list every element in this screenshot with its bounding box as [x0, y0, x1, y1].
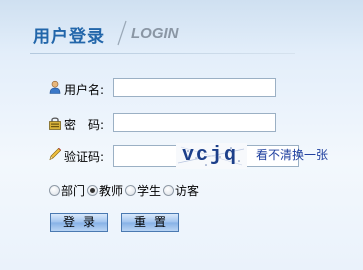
user-icon	[49, 80, 61, 94]
captcha-label: 验证码:	[64, 150, 105, 164]
role-radio-group: 部门 教师 学生 访客	[49, 182, 201, 198]
radio-button-checked[interactable]	[87, 184, 99, 196]
password-input[interactable]	[113, 113, 276, 132]
username-label: 用户名:	[64, 83, 105, 97]
role-option-visitor[interactable]: 访客	[163, 182, 199, 199]
radio-button[interactable]	[125, 184, 137, 196]
role-option-student[interactable]: 学生	[125, 182, 161, 199]
login-panel: 用户登录 LOGIN 用户名: 密 码: 验证码: vcjq 看不清换一张 部门…	[0, 0, 363, 270]
password-label: 密 码:	[64, 118, 105, 132]
role-label: 教师	[99, 183, 124, 198]
login-button[interactable]: 登录	[50, 213, 108, 232]
radio-button[interactable]	[49, 184, 60, 196]
role-label: 部门	[61, 183, 86, 198]
page-subtitle: LOGIN	[131, 25, 179, 42]
refresh-captcha-link[interactable]: 看不清换一张	[256, 146, 328, 163]
role-option-department[interactable]: 部门	[49, 182, 85, 199]
role-option-teacher[interactable]: 教师	[87, 182, 123, 199]
pencil-icon	[49, 147, 62, 161]
page-title: 用户登录	[33, 27, 105, 47]
username-input[interactable]	[113, 78, 276, 97]
captcha-text: vcjq	[182, 144, 239, 167]
role-label: 学生	[137, 183, 162, 198]
header-divider	[30, 53, 295, 54]
lock-icon	[49, 117, 61, 130]
captcha-image[interactable]: vcjq	[176, 143, 247, 169]
title-separator	[117, 20, 127, 46]
reset-button[interactable]: 重置	[121, 213, 179, 232]
role-label: 访客	[175, 183, 200, 198]
radio-button[interactable]	[163, 184, 175, 196]
